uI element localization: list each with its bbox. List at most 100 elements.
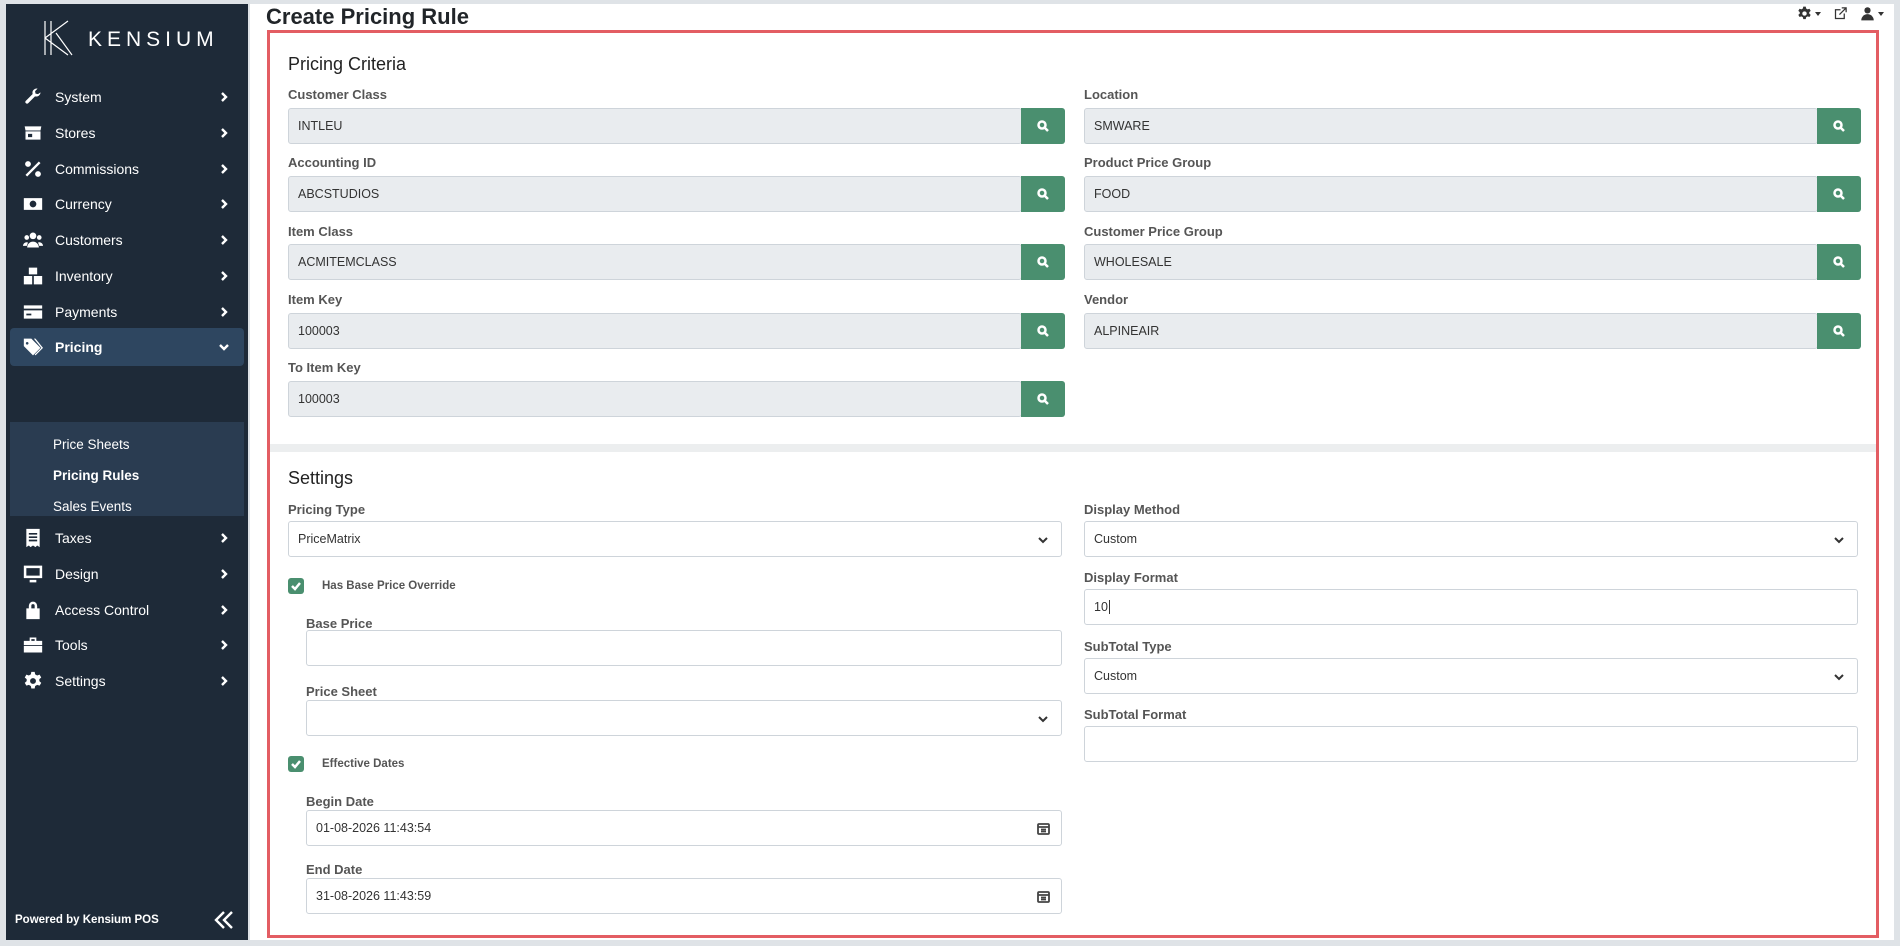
base-price-input[interactable] bbox=[306, 630, 1062, 666]
vendor-search-button[interactable] bbox=[1817, 313, 1861, 349]
settings-dropdown[interactable] bbox=[1797, 6, 1821, 21]
customer-price-group-input[interactable]: WHOLESALE bbox=[1084, 244, 1818, 280]
sidebar-item-taxes[interactable]: Taxes bbox=[10, 519, 244, 557]
item-key-value: 100003 bbox=[298, 324, 340, 338]
begin-date-input[interactable]: 01-08-2026 11:43:54 bbox=[306, 810, 1062, 846]
sidebar-item-payments[interactable]: Payments bbox=[10, 293, 244, 331]
logo-text: KENSIUM bbox=[88, 28, 219, 51]
chevron-right-icon bbox=[218, 305, 232, 319]
sidebar-item-inventory[interactable]: Inventory bbox=[10, 257, 244, 295]
sidebar-item-customers[interactable]: Customers bbox=[10, 221, 244, 259]
item-class-input[interactable]: ACMITEMCLASS bbox=[288, 244, 1022, 280]
subtotal-type-select[interactable]: Custom bbox=[1084, 658, 1858, 694]
price-sheet-select[interactable] bbox=[306, 700, 1062, 736]
desktop-icon bbox=[20, 563, 46, 585]
effective-dates-checkbox[interactable] bbox=[288, 756, 304, 772]
chevron-down-icon bbox=[1833, 671, 1845, 683]
search-icon bbox=[1037, 325, 1049, 337]
collapse-sidebar-icon[interactable] bbox=[212, 908, 236, 932]
sidebar-item-tools[interactable]: Tools bbox=[10, 626, 244, 664]
caret-down-icon bbox=[1878, 11, 1884, 16]
accounting-id-input[interactable]: ABCSTUDIOS bbox=[288, 176, 1022, 212]
subtotal-type-label: SubTotal Type bbox=[1084, 639, 1172, 654]
sidebar-item-label: Pricing bbox=[55, 339, 103, 355]
item-key-search-button[interactable] bbox=[1021, 313, 1065, 349]
tags-icon bbox=[20, 336, 46, 358]
to-item-key-label: To Item Key bbox=[288, 360, 361, 375]
display-format-label: Display Format bbox=[1084, 570, 1178, 585]
pricing-type-select[interactable]: PriceMatrix bbox=[288, 521, 1062, 557]
sidebar-item-system[interactable]: System bbox=[10, 78, 244, 116]
customer-class-search-button[interactable] bbox=[1021, 108, 1065, 144]
customer-price-group-value: WHOLESALE bbox=[1094, 255, 1172, 269]
subnav-item-sales-events[interactable]: Sales Events bbox=[53, 499, 132, 514]
search-icon bbox=[1037, 393, 1049, 405]
pricing-criteria-title: Pricing Criteria bbox=[288, 54, 407, 74]
subnav-item-price-sheets[interactable]: Price Sheets bbox=[53, 437, 130, 452]
sidebar-item-label: System bbox=[55, 89, 102, 105]
end-date-input[interactable]: 31-08-2026 11:43:59 bbox=[306, 878, 1062, 914]
to-item-key-search-button[interactable] bbox=[1021, 381, 1065, 417]
chevron-right-icon bbox=[218, 269, 232, 283]
external-link-button[interactable] bbox=[1833, 6, 1848, 21]
sidebar-item-label: Tools bbox=[55, 637, 88, 653]
has-base-price-override-label: Has Base Price Override bbox=[322, 580, 456, 592]
location-input[interactable]: SMWARE bbox=[1084, 108, 1818, 144]
chevron-down-icon bbox=[1037, 534, 1049, 546]
chevron-right-icon bbox=[218, 674, 232, 688]
customer-class-label: Customer Class bbox=[288, 87, 387, 102]
display-method-select[interactable]: Custom bbox=[1084, 521, 1858, 557]
chevron-right-icon bbox=[218, 638, 232, 652]
has-base-price-override-checkbox[interactable] bbox=[288, 578, 304, 594]
item-class-search-button[interactable] bbox=[1021, 244, 1065, 280]
search-icon bbox=[1833, 188, 1845, 200]
sidebar-item-label: Customers bbox=[55, 232, 123, 248]
check-icon bbox=[291, 582, 301, 591]
display-format-input[interactable]: 10 bbox=[1084, 589, 1858, 625]
main-content: Create Pricing Rule Pricing Criteria Cus… bbox=[250, 4, 1894, 940]
subnav-item-pricing-rules[interactable]: Pricing Rules bbox=[53, 468, 139, 483]
wrench-icon bbox=[20, 86, 46, 108]
top-toolbar bbox=[1797, 6, 1884, 21]
customer-price-group-search-button[interactable] bbox=[1817, 244, 1861, 280]
accounting-id-value: ABCSTUDIOS bbox=[298, 187, 380, 201]
sidebar-item-currency[interactable]: Currency bbox=[10, 185, 244, 223]
vendor-label: Vendor bbox=[1084, 292, 1129, 307]
calendar-icon[interactable] bbox=[1037, 822, 1050, 835]
location-label: Location bbox=[1084, 87, 1139, 102]
item-key-input[interactable]: 100003 bbox=[288, 313, 1022, 349]
accounting-id-search-button[interactable] bbox=[1021, 176, 1065, 212]
check-icon bbox=[291, 760, 301, 769]
kensium-logo[interactable]: KENSIUM bbox=[38, 14, 218, 62]
sidebar-item-pricing[interactable]: Pricing bbox=[10, 328, 244, 366]
chevron-right-icon bbox=[218, 567, 232, 581]
base-price-label: Base Price bbox=[306, 616, 373, 631]
customer-class-value: INTLEU bbox=[298, 119, 343, 133]
location-search-button[interactable] bbox=[1817, 108, 1861, 144]
subtotal-format-input[interactable] bbox=[1084, 726, 1858, 762]
sidebar-item-settings[interactable]: Settings bbox=[10, 662, 244, 700]
percent-icon bbox=[20, 158, 46, 180]
search-icon bbox=[1833, 120, 1845, 132]
item-key-label: Item Key bbox=[288, 292, 343, 307]
display-method-value: Custom bbox=[1094, 532, 1138, 546]
store-icon bbox=[20, 122, 46, 144]
sidebar-item-stores[interactable]: Stores bbox=[10, 114, 244, 152]
to-item-key-input[interactable]: 100003 bbox=[288, 381, 1022, 417]
product-price-group-input[interactable]: FOOD bbox=[1084, 176, 1818, 212]
sidebar-item-label: Taxes bbox=[55, 530, 92, 546]
gear-icon bbox=[1798, 6, 1811, 20]
sidebar-item-design[interactable]: Design bbox=[10, 555, 244, 593]
sidebar-item-commissions[interactable]: Commissions bbox=[10, 150, 244, 188]
vendor-input[interactable]: ALPINEAIR bbox=[1084, 313, 1818, 349]
calendar-icon[interactable] bbox=[1037, 890, 1050, 903]
customer-class-input[interactable]: INTLEU bbox=[288, 108, 1022, 144]
sidebar-item-access-control[interactable]: Access Control bbox=[10, 591, 244, 629]
end-date-label: End Date bbox=[306, 862, 363, 877]
sidebar-item-label: Commissions bbox=[55, 161, 140, 177]
product-price-group-search-button[interactable] bbox=[1817, 176, 1861, 212]
chevron-right-icon bbox=[218, 126, 232, 140]
section-divider bbox=[270, 444, 1876, 452]
user-menu[interactable] bbox=[1860, 6, 1884, 21]
sidebar-item-label: Inventory bbox=[55, 268, 113, 284]
